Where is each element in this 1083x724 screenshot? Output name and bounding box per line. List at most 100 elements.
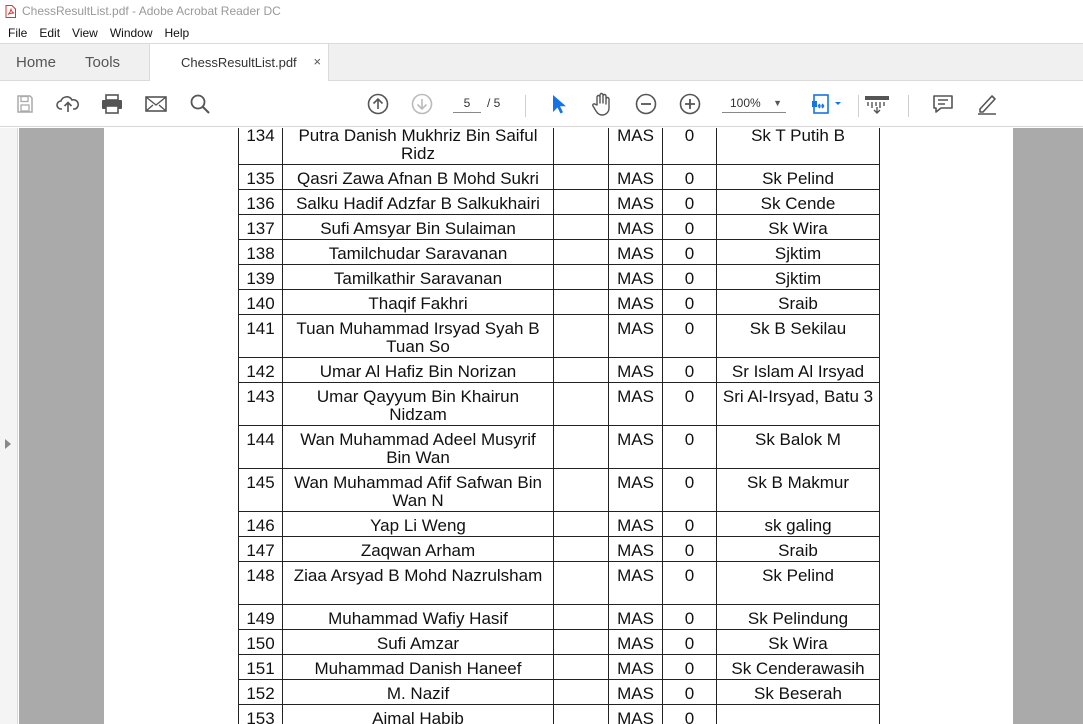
sign-icon[interactable]	[974, 91, 1000, 117]
title-cell	[553, 128, 609, 165]
player-name-cell: Ajmal Habib	[282, 704, 554, 724]
club-cell: Sk B Sekilau	[716, 314, 880, 358]
table-row: 147 Zaqwan Arham MAS 0 Sraib	[238, 536, 880, 562]
menu-view[interactable]: View	[66, 23, 104, 43]
table-row: 150 Sufi Amzar MAS 0 Sk Wira	[238, 629, 880, 655]
club-cell: Sraib	[716, 536, 880, 562]
player-name-cell: Wan Muhammad Adeel Musyrif Bin Wan	[282, 425, 554, 469]
federation-cell: MAS	[608, 357, 663, 383]
federation-cell: MAS	[608, 604, 663, 630]
rating-cell: 0	[662, 536, 717, 562]
chevron-down-icon: ▼	[773, 98, 782, 108]
save-icon[interactable]	[12, 91, 38, 117]
fit-page-icon[interactable]	[810, 91, 846, 117]
title-cell	[553, 382, 609, 426]
page-down-icon[interactable]	[409, 91, 435, 117]
comment-icon[interactable]	[930, 91, 956, 117]
club-cell: Sk Pelindung	[716, 604, 880, 630]
menu-file[interactable]: File	[2, 23, 33, 43]
close-tab-icon[interactable]: ×	[313, 54, 321, 69]
upload-icon[interactable]	[55, 91, 81, 117]
title-cell	[553, 214, 609, 240]
page-number-input[interactable]: 5	[453, 93, 481, 113]
search-icon[interactable]	[187, 91, 213, 117]
hand-tool-icon[interactable]	[589, 91, 615, 117]
table-row: 134 Putra Danish Mukhriz Bin Saiful Ridz M…	[238, 128, 880, 165]
zoom-out-icon[interactable]	[633, 91, 659, 117]
menu-edit[interactable]: Edit	[33, 23, 66, 43]
rating-cell: 0	[662, 629, 717, 655]
federation-cell: MAS	[608, 128, 663, 165]
rank-cell: 145	[238, 468, 283, 512]
table-row: 135 Qasri Zawa Afnan B Mohd Sukri MAS 0 Sk P…	[238, 164, 880, 190]
club-cell: Sjktim	[716, 239, 880, 265]
club-cell: Sraib	[716, 289, 880, 315]
table-row: 151 Muhammad Danish Haneef MAS 0 Sk Cenderaw…	[238, 654, 880, 680]
player-name-cell: M. Nazif	[282, 679, 554, 705]
player-name-cell: Zaqwan Arham	[282, 536, 554, 562]
federation-cell: MAS	[608, 561, 663, 605]
rating-cell: 0	[662, 704, 717, 724]
table-row: 137 Sufi Amsyar Bin Sulaiman MAS 0 Sk Wira	[238, 214, 880, 240]
table-row: 143 Umar Qayyum Bin Khairun Nidzam MAS 0 Sri…	[238, 382, 880, 426]
club-cell: sk galing	[716, 511, 880, 537]
title-cell	[553, 425, 609, 469]
player-name-cell: Muhammad Wafiy Hasif	[282, 604, 554, 630]
menu-window[interactable]: Window	[104, 23, 159, 43]
select-cursor-icon[interactable]	[545, 91, 571, 117]
table-row: 139 Tamilkathir Saravanan MAS 0 Sjktim	[238, 264, 880, 290]
toolbar-divider	[858, 95, 859, 117]
email-icon[interactable]	[143, 91, 169, 117]
rating-cell: 0	[662, 425, 717, 469]
player-name-cell: Umar Al Hafiz Bin Norizan	[282, 357, 554, 383]
table-row: 153 Ajmal Habib MAS 0	[238, 704, 880, 724]
rank-cell: 151	[238, 654, 283, 680]
title-cell	[553, 561, 609, 605]
rank-cell: 149	[238, 604, 283, 630]
club-cell: Sk T Putih B	[716, 128, 880, 165]
zoom-in-icon[interactable]	[677, 91, 703, 117]
rank-cell: 139	[238, 264, 283, 290]
table-row: 136 Salku Hadif Adzfar B Salkukhairi MAS 0 S…	[238, 189, 880, 215]
tab-document[interactable]: ChessResultList.pdf ×	[149, 44, 330, 81]
rating-cell: 0	[662, 679, 717, 705]
club-cell: Sk Balok M	[716, 425, 880, 469]
table-row: 138 Tamilchudar Saravanan MAS 0 Sjktim	[238, 239, 880, 265]
club-cell: Sri Al-Irsyad, Batu 3	[716, 382, 880, 426]
table-row: 140 Thaqif Fakhri MAS 0 Sraib	[238, 289, 880, 315]
table-row: 145 Wan Muhammad Afif Safwan Bin Wan N MAS…	[238, 468, 880, 512]
expand-pane-icon[interactable]	[5, 439, 11, 449]
player-name-cell: Sufi Amsyar Bin Sulaiman	[282, 214, 554, 240]
federation-cell: MAS	[608, 425, 663, 469]
title-cell	[553, 264, 609, 290]
rating-cell: 0	[662, 289, 717, 315]
club-cell: Sk Pelind	[716, 561, 880, 605]
title-cell	[553, 536, 609, 562]
print-icon[interactable]	[99, 91, 125, 117]
player-name-cell: Tamilkathir Saravanan	[282, 264, 554, 290]
zoom-select[interactable]: 100% ▼	[722, 93, 786, 113]
rating-cell: 0	[662, 357, 717, 383]
read-mode-icon[interactable]	[864, 91, 890, 117]
tab-home[interactable]: Home	[0, 44, 70, 80]
navigation-pane	[0, 128, 18, 724]
title-cell	[553, 704, 609, 724]
federation-cell: MAS	[608, 468, 663, 512]
tab-tools[interactable]: Tools	[70, 44, 135, 80]
table-row: 149 Muhammad Wafiy Hasif MAS 0 Sk Pelindung	[238, 604, 880, 630]
club-cell	[716, 704, 880, 724]
rank-cell: 140	[238, 289, 283, 315]
menu-help[interactable]: Help	[159, 23, 196, 43]
rank-cell: 135	[238, 164, 283, 190]
club-cell: Sk Cende	[716, 189, 880, 215]
federation-cell: MAS	[608, 164, 663, 190]
federation-cell: MAS	[608, 704, 663, 724]
club-cell: Sk Cenderawasih	[716, 654, 880, 680]
federation-cell: MAS	[608, 189, 663, 215]
federation-cell: MAS	[608, 382, 663, 426]
federation-cell: MAS	[608, 629, 663, 655]
page-up-icon[interactable]	[365, 91, 391, 117]
title-cell	[553, 511, 609, 537]
federation-cell: MAS	[608, 264, 663, 290]
club-cell: Sjktim	[716, 264, 880, 290]
